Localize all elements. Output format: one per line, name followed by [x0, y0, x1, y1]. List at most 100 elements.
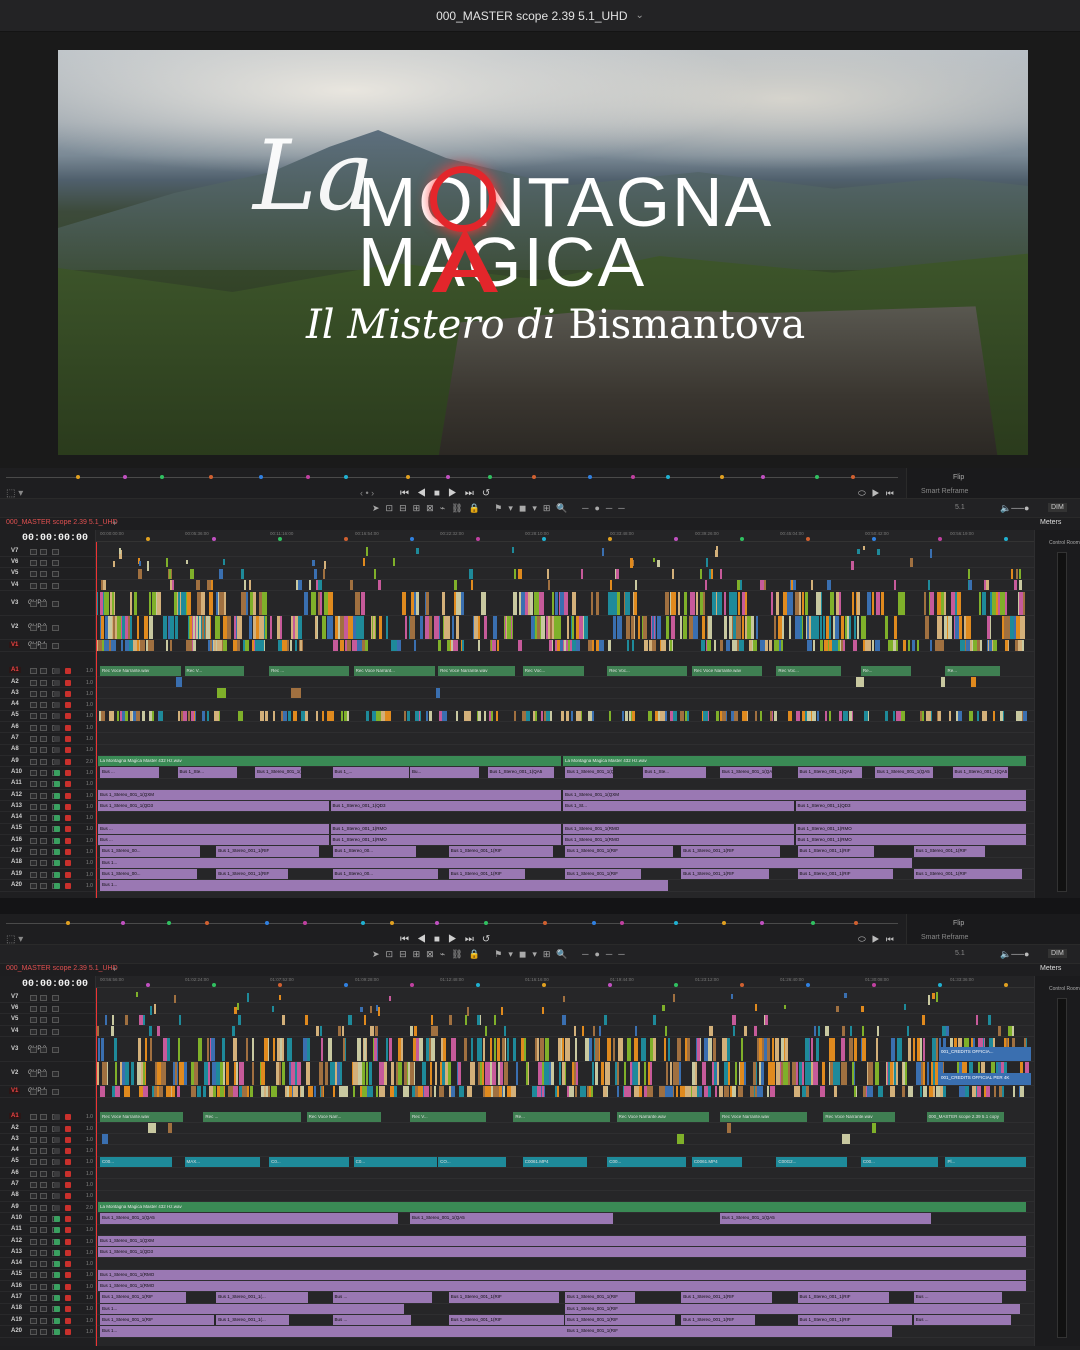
video-clip[interactable] — [903, 591, 905, 615]
transport-controls[interactable]: ⏮◀■▶⏭↺ — [400, 934, 498, 945]
video-clip[interactable] — [630, 615, 635, 639]
video-clip[interactable] — [215, 591, 219, 615]
enable-icon[interactable] — [52, 1088, 59, 1095]
ruler-marker[interactable] — [278, 537, 282, 541]
video-clip[interactable] — [404, 615, 408, 639]
video-clip[interactable] — [291, 688, 302, 699]
video-clip[interactable] — [874, 1061, 879, 1085]
auto-select-icon[interactable] — [40, 849, 47, 856]
track-name[interactable]: A13 — [11, 803, 22, 809]
video-clip[interactable] — [856, 615, 859, 639]
audio-clip[interactable]: Bus 1... — [100, 1326, 593, 1337]
video-clip[interactable] — [288, 710, 292, 722]
video-clip[interactable] — [438, 1085, 445, 1097]
track-lane-a16[interactable]: Bus 1_Stereo_001_1(RMO — [96, 1281, 1034, 1293]
audio-clip[interactable]: Bus ... — [100, 767, 160, 778]
track-lane-a19[interactable]: Bus 1_Stereo_00... Bus 1_Stereo_001_1(RIF… — [96, 869, 1034, 881]
video-clip[interactable] — [738, 639, 744, 651]
video-clip[interactable] — [992, 710, 995, 722]
video-clip[interactable] — [912, 639, 915, 651]
video-clip[interactable] — [556, 1085, 559, 1097]
video-clip[interactable] — [929, 1085, 934, 1097]
video-clip[interactable] — [865, 639, 871, 651]
lock-icon[interactable] — [30, 1136, 37, 1143]
audio-clip[interactable]: Re... — [860, 665, 911, 676]
track-name[interactable]: A4 — [11, 1147, 19, 1153]
video-clip[interactable] — [776, 591, 779, 615]
video-clip[interactable] — [665, 1061, 668, 1085]
auto-select-icon[interactable] — [40, 736, 47, 743]
video-clip[interactable] — [863, 710, 868, 722]
video-clip[interactable] — [343, 1085, 348, 1097]
video-clip[interactable] — [467, 1085, 472, 1097]
video-clip[interactable] — [200, 591, 205, 615]
video-clip[interactable] — [255, 615, 259, 639]
video-clip[interactable] — [714, 1061, 717, 1085]
video-clip[interactable] — [101, 710, 105, 722]
video-clip[interactable] — [378, 615, 383, 639]
video-clip[interactable] — [935, 992, 938, 1002]
video-clip[interactable] — [964, 615, 967, 639]
video-clip[interactable] — [138, 568, 143, 579]
auto-select-icon[interactable] — [40, 1114, 47, 1121]
solo-button[interactable] — [54, 679, 60, 686]
lock-icon[interactable] — [30, 1295, 37, 1302]
timeline-marker[interactable] — [665, 475, 670, 479]
track-name[interactable]: A19 — [11, 871, 22, 877]
solo-button[interactable] — [54, 871, 60, 878]
video-clip[interactable] — [314, 615, 317, 639]
video-clip[interactable] — [488, 710, 491, 722]
video-clip[interactable] — [700, 568, 703, 579]
video-clip[interactable] — [534, 615, 537, 639]
video-clip[interactable] — [411, 591, 415, 615]
video-clip[interactable] — [715, 546, 718, 556]
video-clip[interactable] — [288, 1085, 292, 1097]
timeline-tab[interactable]: 000_MASTER scope 2.39 5.1_UHD — [6, 519, 118, 526]
video-clip[interactable] — [530, 591, 533, 615]
video-clip[interactable] — [707, 639, 712, 651]
video-clip[interactable] — [861, 1005, 864, 1012]
mute-button[interactable] — [65, 1125, 71, 1132]
video-clip[interactable] — [919, 1085, 923, 1097]
audio-clip[interactable]: Bus 1_Stereo_00... — [100, 869, 197, 880]
scrub-bar[interactable] — [6, 472, 898, 482]
video-clip[interactable] — [672, 1061, 675, 1085]
video-clip[interactable] — [260, 1061, 265, 1085]
video-clip[interactable] — [795, 710, 801, 722]
video-clip[interactable] — [876, 548, 880, 555]
video-clip[interactable] — [839, 710, 843, 722]
video-clip[interactable] — [717, 1061, 720, 1085]
video-clip[interactable] — [1014, 580, 1018, 591]
video-clip[interactable] — [719, 568, 722, 579]
video-clip[interactable] — [197, 1037, 203, 1061]
video-clip[interactable] — [811, 710, 816, 722]
ruler-marker[interactable] — [146, 537, 150, 541]
audio-clip[interactable]: Bus 1_Stereo_001_1(RMO — [98, 1269, 1026, 1281]
add-tab-icon[interactable]: + — [112, 518, 117, 528]
video-clip[interactable] — [557, 639, 560, 651]
video-clip[interactable] — [907, 639, 910, 651]
video-clip[interactable] — [341, 615, 344, 639]
audio-clip[interactable]: Rec Voc... — [607, 665, 687, 676]
video-clip[interactable] — [838, 639, 840, 651]
track-lane-v6[interactable] — [96, 557, 1034, 571]
track-name[interactable]: V7 — [11, 548, 18, 554]
video-clip[interactable] — [591, 591, 594, 615]
video-clip[interactable] — [186, 559, 188, 564]
lock-icon[interactable] — [30, 1148, 37, 1155]
video-clip[interactable] — [623, 1061, 626, 1085]
video-clip[interactable] — [978, 591, 981, 615]
track-name[interactable]: A3 — [11, 690, 19, 696]
video-clip[interactable] — [742, 710, 747, 722]
video-clip[interactable] — [672, 568, 675, 579]
video-clip[interactable] — [661, 639, 666, 651]
audio-clip[interactable]: Bus 1_Stereo_001_1(RIF — [913, 869, 1023, 880]
video-clip[interactable] — [180, 710, 183, 722]
video-clip[interactable] — [261, 1085, 265, 1097]
video-clip[interactable] — [977, 710, 980, 722]
auto-select-icon[interactable] — [40, 815, 47, 822]
video-clip[interactable] — [525, 710, 531, 722]
video-clip[interactable] — [554, 615, 558, 639]
match-frame-icons[interactable]: ⬭▶⏮ — [858, 934, 900, 945]
video-clip[interactable] — [362, 557, 365, 566]
